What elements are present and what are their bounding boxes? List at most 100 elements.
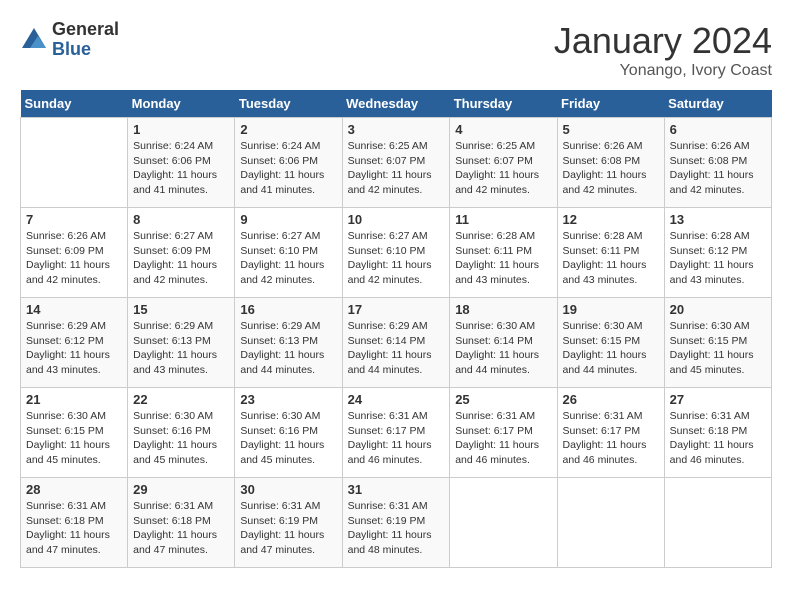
calendar-cell: 11 Sunrise: 6:28 AM Sunset: 6:11 PM Dayli… [450, 208, 557, 298]
day-number: 12 [563, 212, 659, 227]
calendar-cell: 13Sunrise: 6:28 AM Sunset: 6:12 PM Dayli… [664, 208, 771, 298]
day-header-wednesday: Wednesday [342, 90, 450, 118]
title-block: January 2024 Yonango, Ivory Coast [554, 20, 772, 80]
cell-content: Sunrise: 6:31 AM Sunset: 6:18 PM Dayligh… [26, 500, 110, 556]
calendar-cell: 23 Sunrise: 6:30 AM Sunset: 6:16 PM Dayli… [235, 388, 342, 478]
day-number: 27 [670, 392, 766, 407]
calendar-cell: 29 Sunrise: 6:31 AM Sunset: 6:18 PM Dayli… [128, 478, 235, 568]
cell-content: Sunrise: 6:26 AM Sunset: 6:08 PM Dayligh… [563, 140, 647, 196]
calendar-cell: 22 Sunrise: 6:30 AM Sunset: 6:16 PM Dayli… [128, 388, 235, 478]
calendar-cell: 15 Sunrise: 6:29 AM Sunset: 6:13 PM Dayli… [128, 298, 235, 388]
calendar-cell: 18 Sunrise: 6:30 AM Sunset: 6:14 PM Dayli… [450, 298, 557, 388]
cell-content: Sunrise: 6:25 AM Sunset: 6:07 PM Dayligh… [455, 140, 539, 196]
calendar-cell: 12Sunrise: 6:28 AM Sunset: 6:11 PM Dayli… [557, 208, 664, 298]
day-number: 9 [240, 212, 336, 227]
day-number: 13 [670, 212, 766, 227]
calendar-week-row: 14 Sunrise: 6:29 AM Sunset: 6:12 PM Dayli… [21, 298, 772, 388]
day-number: 23 [240, 392, 336, 407]
day-number: 5 [563, 122, 659, 137]
day-number: 2 [240, 122, 336, 137]
day-number: 1 [133, 122, 229, 137]
cell-content: Sunrise: 6:30 AM Sunset: 6:14 PM Dayligh… [455, 320, 539, 376]
logo-blue: Blue [52, 40, 119, 60]
calendar-cell: 10 Sunrise: 6:27 AM Sunset: 6:10 PM Dayli… [342, 208, 450, 298]
calendar-cell: 9 Sunrise: 6:27 AM Sunset: 6:10 PM Daylig… [235, 208, 342, 298]
cell-content: Sunrise: 6:27 AM Sunset: 6:10 PM Dayligh… [348, 230, 432, 286]
cell-content: Sunrise: 6:31 AM Sunset: 6:17 PM Dayligh… [563, 410, 647, 466]
day-number: 30 [240, 482, 336, 497]
day-number: 19 [563, 302, 659, 317]
day-header-sunday: Sunday [21, 90, 128, 118]
day-number: 6 [670, 122, 766, 137]
day-number: 10 [348, 212, 445, 227]
cell-content: Sunrise: 6:29 AM Sunset: 6:13 PM Dayligh… [133, 320, 217, 376]
cell-content: Sunrise: 6:24 AM Sunset: 6:06 PM Dayligh… [240, 140, 324, 196]
calendar-cell: 1 Sunrise: 6:24 AM Sunset: 6:06 PM Daylig… [128, 118, 235, 208]
logo-text: General Blue [52, 20, 119, 60]
calendar-header-row: SundayMondayTuesdayWednesdayThursdayFrid… [21, 90, 772, 118]
calendar-cell: 4 Sunrise: 6:25 AM Sunset: 6:07 PM Daylig… [450, 118, 557, 208]
cell-content: Sunrise: 6:29 AM Sunset: 6:14 PM Dayligh… [348, 320, 432, 376]
cell-content: Sunrise: 6:26 AM Sunset: 6:08 PM Dayligh… [670, 140, 754, 196]
cell-content: Sunrise: 6:25 AM Sunset: 6:07 PM Dayligh… [348, 140, 432, 196]
day-number: 14 [26, 302, 122, 317]
calendar-cell: 27 Sunrise: 6:31 AM Sunset: 6:18 PM Dayli… [664, 388, 771, 478]
cell-content: Sunrise: 6:24 AM Sunset: 6:06 PM Dayligh… [133, 140, 217, 196]
location-title: Yonango, Ivory Coast [554, 62, 772, 80]
day-number: 25 [455, 392, 551, 407]
cell-content: Sunrise: 6:31 AM Sunset: 6:17 PM Dayligh… [455, 410, 539, 466]
logo-icon [20, 26, 48, 54]
cell-content: Sunrise: 6:31 AM Sunset: 6:19 PM Dayligh… [348, 500, 432, 556]
day-number: 16 [240, 302, 336, 317]
cell-content: Sunrise: 6:27 AM Sunset: 6:09 PM Dayligh… [133, 230, 217, 286]
cell-content: Sunrise: 6:30 AM Sunset: 6:15 PM Dayligh… [563, 320, 647, 376]
day-number: 3 [348, 122, 445, 137]
day-number: 15 [133, 302, 229, 317]
day-number: 18 [455, 302, 551, 317]
calendar-cell [450, 478, 557, 568]
cell-content: Sunrise: 6:30 AM Sunset: 6:16 PM Dayligh… [240, 410, 324, 466]
cell-content: Sunrise: 6:31 AM Sunset: 6:18 PM Dayligh… [670, 410, 754, 466]
calendar-cell: 8 Sunrise: 6:27 AM Sunset: 6:09 PM Daylig… [128, 208, 235, 298]
day-header-thursday: Thursday [450, 90, 557, 118]
cell-content: Sunrise: 6:30 AM Sunset: 6:16 PM Dayligh… [133, 410, 217, 466]
calendar-cell: 5 Sunrise: 6:26 AM Sunset: 6:08 PM Daylig… [557, 118, 664, 208]
day-header-monday: Monday [128, 90, 235, 118]
calendar-cell: 16Sunrise: 6:29 AM Sunset: 6:13 PM Dayli… [235, 298, 342, 388]
calendar-cell: 3 Sunrise: 6:25 AM Sunset: 6:07 PM Daylig… [342, 118, 450, 208]
logo: General Blue [20, 20, 119, 60]
calendar-cell: 24Sunrise: 6:31 AM Sunset: 6:17 PM Dayli… [342, 388, 450, 478]
calendar-cell: 17Sunrise: 6:29 AM Sunset: 6:14 PM Dayli… [342, 298, 450, 388]
calendar-cell [557, 478, 664, 568]
day-number: 26 [563, 392, 659, 407]
calendar-cell: 14 Sunrise: 6:29 AM Sunset: 6:12 PM Dayli… [21, 298, 128, 388]
day-number: 11 [455, 212, 551, 227]
calendar-cell: 26 Sunrise: 6:31 AM Sunset: 6:17 PM Dayli… [557, 388, 664, 478]
day-number: 22 [133, 392, 229, 407]
calendar-cell: 20Sunrise: 6:30 AM Sunset: 6:15 PM Dayli… [664, 298, 771, 388]
cell-content: Sunrise: 6:28 AM Sunset: 6:11 PM Dayligh… [455, 230, 539, 286]
day-number: 4 [455, 122, 551, 137]
day-number: 8 [133, 212, 229, 227]
cell-content: Sunrise: 6:29 AM Sunset: 6:12 PM Dayligh… [26, 320, 110, 376]
cell-content: Sunrise: 6:31 AM Sunset: 6:18 PM Dayligh… [133, 500, 217, 556]
calendar-cell: 21Sunrise: 6:30 AM Sunset: 6:15 PM Dayli… [21, 388, 128, 478]
day-number: 7 [26, 212, 122, 227]
day-number: 29 [133, 482, 229, 497]
calendar-cell: 19 Sunrise: 6:30 AM Sunset: 6:15 PM Dayli… [557, 298, 664, 388]
calendar-week-row: 21Sunrise: 6:30 AM Sunset: 6:15 PM Dayli… [21, 388, 772, 478]
day-number: 20 [670, 302, 766, 317]
cell-content: Sunrise: 6:31 AM Sunset: 6:19 PM Dayligh… [240, 500, 324, 556]
calendar-cell: 25 Sunrise: 6:31 AM Sunset: 6:17 PM Dayli… [450, 388, 557, 478]
calendar-table: SundayMondayTuesdayWednesdayThursdayFrid… [20, 90, 772, 568]
calendar-cell: 30 Sunrise: 6:31 AM Sunset: 6:19 PM Dayli… [235, 478, 342, 568]
cell-content: Sunrise: 6:27 AM Sunset: 6:10 PM Dayligh… [240, 230, 324, 286]
calendar-cell: 2 Sunrise: 6:24 AM Sunset: 6:06 PM Daylig… [235, 118, 342, 208]
calendar-week-row: 1 Sunrise: 6:24 AM Sunset: 6:06 PM Daylig… [21, 118, 772, 208]
day-header-saturday: Saturday [664, 90, 771, 118]
day-number: 31 [348, 482, 445, 497]
month-title: January 2024 [554, 20, 772, 62]
calendar-cell: 28Sunrise: 6:31 AM Sunset: 6:18 PM Dayli… [21, 478, 128, 568]
day-header-friday: Friday [557, 90, 664, 118]
cell-content: Sunrise: 6:30 AM Sunset: 6:15 PM Dayligh… [26, 410, 110, 466]
